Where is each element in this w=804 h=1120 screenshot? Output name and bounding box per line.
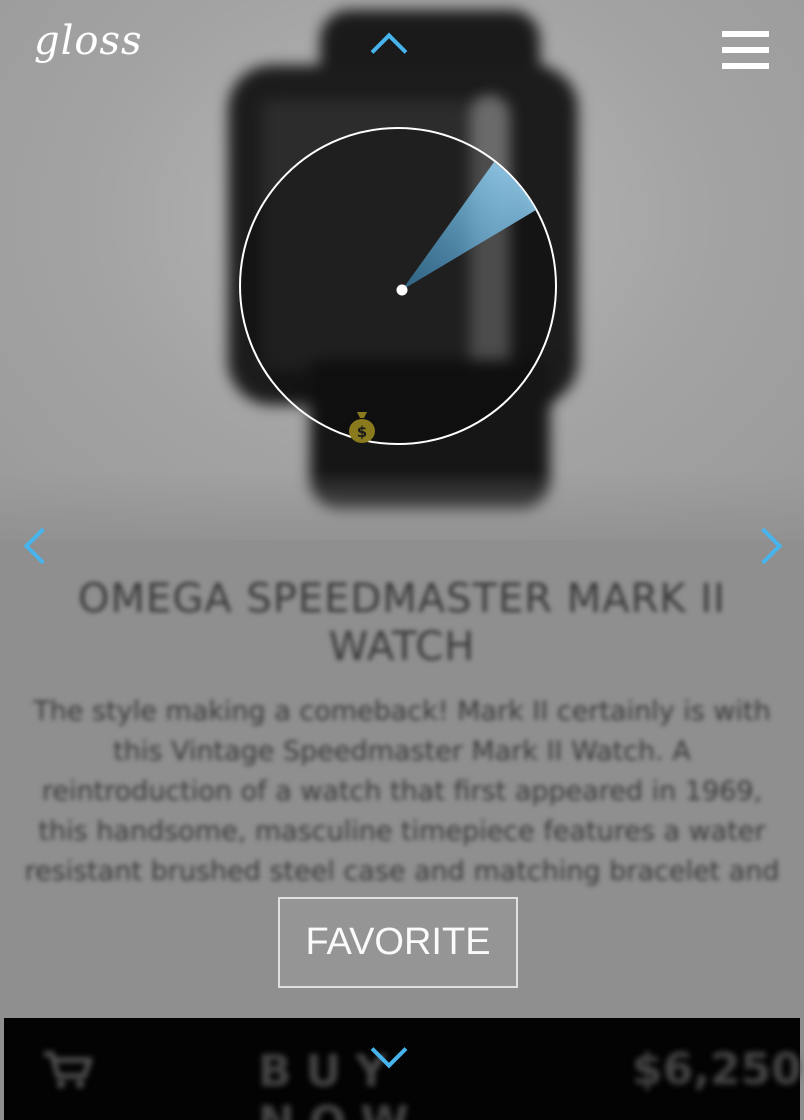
favorite-button[interactable]: FAVORITE bbox=[278, 897, 518, 988]
buy-now-button[interactable]: BUY NOW bbox=[258, 1046, 558, 1120]
price-dial[interactable] bbox=[236, 124, 560, 448]
price-label: $6,250 bbox=[632, 1044, 802, 1095]
buy-bar[interactable]: BUY NOW $6,250 bbox=[4, 1018, 802, 1120]
hero-fade bbox=[0, 470, 804, 540]
product-title: OMEGA SPEEDMASTER MARK II WATCH bbox=[78, 576, 726, 670]
app-logo[interactable]: gloss bbox=[34, 18, 143, 64]
hamburger-menu-icon[interactable] bbox=[722, 31, 769, 69]
dial-center-dot bbox=[396, 284, 408, 296]
cart-icon[interactable] bbox=[42, 1050, 92, 1090]
money-bag-icon: $ bbox=[349, 412, 375, 443]
svg-text:$: $ bbox=[357, 423, 367, 441]
